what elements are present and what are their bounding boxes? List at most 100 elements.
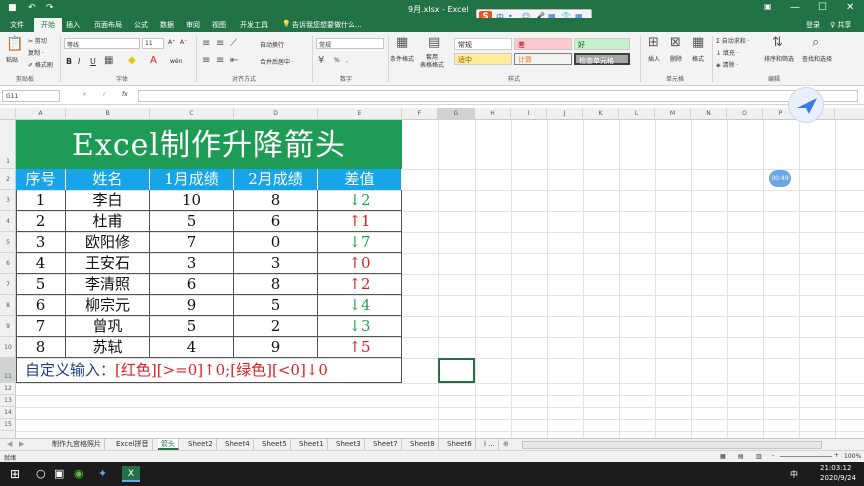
col-header[interactable]: O — [727, 108, 763, 120]
tab-data[interactable]: 数据 — [160, 20, 174, 30]
sheet-tab-overflow[interactable]: i ... — [481, 439, 499, 450]
paste-button[interactable]: 粘贴 — [6, 55, 18, 64]
fill-color-icon[interactable]: ◆ — [128, 55, 136, 66]
table-cell-jan[interactable]: 7 — [150, 232, 234, 253]
row-header[interactable]: 4 — [0, 211, 16, 232]
sheet-tab[interactable]: Sheet4 — [222, 439, 254, 450]
align-top-icon[interactable]: ≡ — [202, 38, 210, 49]
table-cell-name[interactable]: 李白 — [66, 190, 150, 211]
table-cell-feb[interactable]: 8 — [234, 274, 318, 295]
table-cell-feb[interactable]: 6 — [234, 211, 318, 232]
recording-timer[interactable]: 00:49 — [769, 170, 791, 187]
row-header[interactable]: 8 — [0, 295, 16, 316]
sheet-tab-active[interactable]: 箭头 — [158, 439, 179, 450]
enter-icon[interactable]: ✓ — [102, 91, 107, 98]
col-header[interactable]: M — [655, 108, 691, 120]
login-link[interactable]: 登录 — [806, 20, 820, 30]
font-color-icon[interactable]: A — [150, 55, 157, 66]
col-header[interactable]: N — [691, 108, 727, 120]
formula-input[interactable] — [138, 90, 858, 102]
style-check-cell[interactable]: 检查单元格 — [574, 53, 630, 65]
table-cell-feb[interactable]: 3 — [234, 253, 318, 274]
sheet-tab[interactable]: 制作九宫格照片 — [49, 439, 105, 450]
col-header[interactable]: I — [511, 108, 547, 120]
close-button[interactable]: ✕ — [846, 2, 854, 13]
sort-filter-icon[interactable]: ⇅ — [772, 35, 783, 50]
table-cell-diff[interactable]: ↓7 — [318, 232, 402, 253]
custom-format-note[interactable]: 自定义输入：[红色][>=0]↑0;[绿色][<0]↓0 — [16, 358, 402, 383]
page-layout-view-icon[interactable]: ▤ — [738, 453, 744, 460]
comma-button[interactable]: , — [346, 57, 348, 64]
align-middle-icon[interactable]: ≡ — [216, 38, 224, 49]
copy-button[interactable]: 复制 · — [28, 48, 44, 57]
windows-start-icon[interactable]: ⊞ — [10, 467, 20, 481]
task-view-icon[interactable]: ▣ — [54, 467, 64, 480]
row-header[interactable]: 1 — [0, 120, 16, 169]
table-cell-diff[interactable]: ↑2 — [318, 274, 402, 295]
table-cell-jan[interactable]: 5 — [150, 211, 234, 232]
table-cell-no[interactable]: 7 — [16, 316, 66, 337]
wrap-text-button[interactable]: 自动换行 — [260, 40, 284, 49]
percent-button[interactable]: % — [334, 57, 340, 64]
find-select-icon[interactable]: ⌕ — [812, 35, 819, 50]
table-cell-name[interactable]: 王安石 — [66, 253, 150, 274]
col-header[interactable]: H — [475, 108, 511, 120]
conditional-format-button[interactable]: 条件格式 — [390, 54, 414, 63]
table-cell-jan[interactable]: 10 — [150, 190, 234, 211]
prev-sheet-icon[interactable]: ◀ — [4, 439, 15, 450]
table-cell-diff[interactable]: ↑5 — [318, 337, 402, 358]
name-box[interactable]: G11 — [2, 90, 60, 102]
header-cell-diff[interactable]: 差值 — [318, 169, 402, 190]
table-cell-jan[interactable]: 5 — [150, 316, 234, 337]
insert-cells-icon[interactable]: ⊞ — [648, 35, 659, 50]
style-neutral[interactable]: 适中 — [454, 53, 512, 65]
row-header[interactable]: 5 — [0, 232, 16, 253]
table-cell-jan[interactable]: 3 — [150, 253, 234, 274]
floating-assistant[interactable] — [788, 87, 824, 123]
table-cell-diff[interactable]: ↓3 — [318, 316, 402, 337]
row-header[interactable]: 12 — [0, 383, 16, 395]
table-cell-no[interactable]: 6 — [16, 295, 66, 316]
excel-app-icon[interactable]: X — [122, 466, 140, 482]
redo-icon[interactable]: ↷ — [46, 3, 54, 13]
style-good[interactable]: 好 — [574, 38, 630, 50]
clear-button[interactable]: ◈ 清除 · — [716, 60, 738, 69]
delete-cells-button[interactable]: 删除 — [670, 54, 682, 63]
sheet-tab[interactable]: Excel拼音 — [113, 439, 153, 450]
format-table-button[interactable]: 套用 表格格式 — [420, 54, 444, 70]
sheet-tab[interactable]: Sheet1 — [296, 439, 328, 450]
insert-function-icon[interactable]: fx — [122, 91, 128, 98]
col-header[interactable]: D — [234, 108, 318, 120]
table-cell-no[interactable]: 5 — [16, 274, 66, 295]
share-button[interactable]: ♀ 共享 — [830, 20, 851, 30]
normal-view-icon[interactable]: ▦ — [720, 453, 726, 460]
header-cell-jan[interactable]: 1月成绩 — [150, 169, 234, 190]
sheet-tab[interactable]: Sheet8 — [407, 439, 439, 450]
indent-icon[interactable]: ⇤ — [230, 55, 238, 66]
table-cell-diff[interactable]: ↓4 — [318, 295, 402, 316]
clock-date[interactable]: 2020/9/24 — [820, 474, 856, 482]
row-header[interactable]: 15 — [0, 419, 16, 431]
table-cell-diff[interactable]: ↓2 — [318, 190, 402, 211]
table-cell-jan[interactable]: 4 — [150, 337, 234, 358]
browser-app-icon[interactable]: ◉ — [74, 467, 84, 480]
save-icon[interactable]: ■ — [8, 3, 17, 13]
horizontal-scrollbar[interactable] — [522, 441, 822, 449]
underline-button[interactable]: U — [90, 57, 96, 66]
tab-insert[interactable]: 插入 — [66, 20, 80, 30]
col-header[interactable]: B — [66, 108, 150, 120]
page-break-view-icon[interactable]: ▥ — [756, 453, 762, 460]
table-cell-name[interactable]: 李清照 — [66, 274, 150, 295]
style-bad[interactable]: 差 — [514, 38, 572, 50]
font-size-select[interactable]: 11 — [142, 38, 164, 49]
table-cell-diff[interactable]: ↑0 — [318, 253, 402, 274]
tab-file[interactable]: 文件 — [10, 20, 24, 30]
col-header[interactable]: J — [547, 108, 583, 120]
sheet-tab[interactable]: Sheet7 — [370, 439, 402, 450]
col-header[interactable]: K — [583, 108, 619, 120]
format-cells-button[interactable]: 格式 — [692, 54, 704, 63]
table-cell-no[interactable]: 8 — [16, 337, 66, 358]
format-table-icon[interactable]: ▤ — [428, 35, 440, 50]
row-header[interactable]: 2 — [0, 169, 16, 190]
table-cell-name[interactable]: 欧阳修 — [66, 232, 150, 253]
